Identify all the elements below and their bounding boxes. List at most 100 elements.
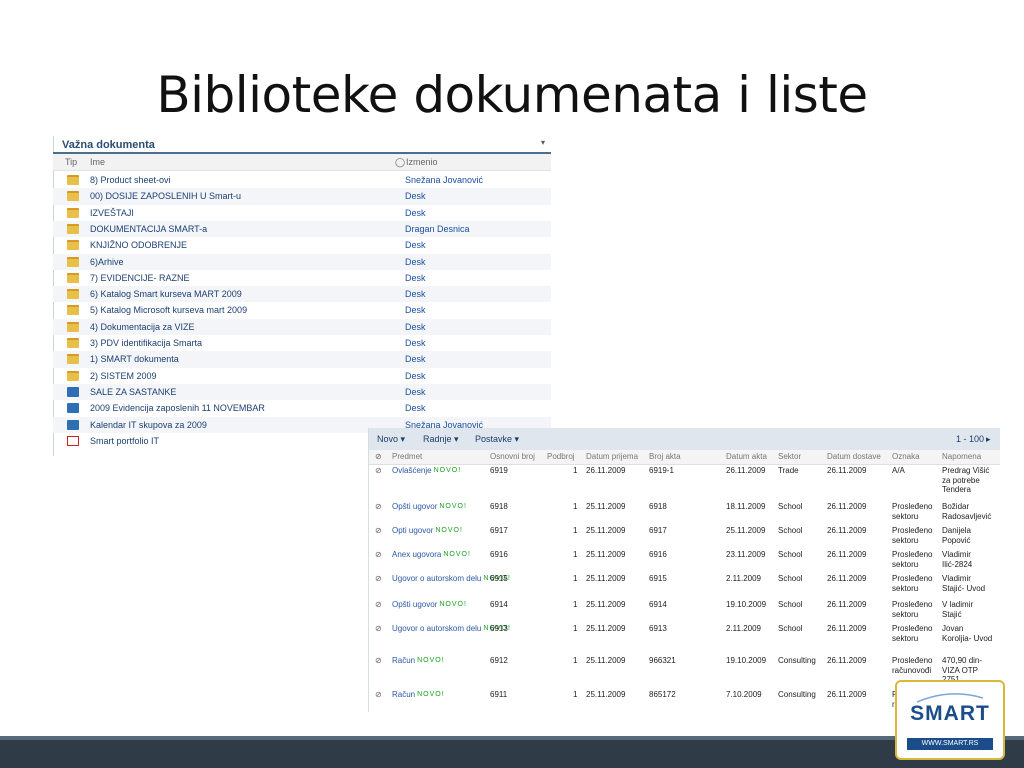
mark-cell: Prosleđeno računovođi (892, 656, 933, 675)
document-row[interactable]: SALE ZA SASTANKE Desk (53, 383, 551, 401)
chevron-down-icon: ▾ (454, 434, 459, 444)
modified-by[interactable]: Desk (405, 240, 426, 250)
column-received-date[interactable]: Datum prijema (586, 452, 638, 461)
column-mark[interactable]: Oznaka (892, 452, 920, 461)
document-row[interactable]: KNJIŽNO ODOBRENJE Desk (53, 237, 551, 253)
column-type[interactable]: Tip (65, 157, 77, 167)
modified-by[interactable]: Desk (405, 403, 426, 413)
actions-menu-button[interactable]: Radnje ▾ (423, 434, 459, 445)
document-row[interactable]: 00) DOSIJE ZAPOSLENIH U Smart-u Desk (53, 188, 551, 205)
settings-menu-button[interactable]: Postavke ▾ (475, 434, 519, 445)
document-name[interactable]: 3) PDV identifikacija Smarta (90, 338, 202, 348)
modified-by[interactable]: Desk (405, 257, 426, 267)
subject-cell: Ugovor o autorskom delu NOVO! (392, 624, 510, 634)
column-name[interactable]: Ime (90, 157, 105, 167)
modified-by[interactable]: Desk (405, 371, 426, 381)
subject-link[interactable]: Anex ugovora (392, 550, 441, 559)
modified-by[interactable]: Desk (405, 354, 426, 364)
list-item-row[interactable]: ⊘ Opšti ugovor NOVO! 6918 1 25.11.2009 6918 18.… (369, 500, 1000, 524)
note-cell: Božidar Radosavljević (942, 502, 992, 521)
subject-link[interactable]: Ovlašćenje (392, 466, 432, 475)
new-menu-button[interactable]: Novo ▾ (377, 434, 405, 445)
document-name[interactable]: Smart portfolio IT (90, 436, 159, 446)
document-date-cell: 23.11.2009 (726, 550, 766, 559)
document-row[interactable]: 2009 Evidencija zaposlenih 11 NOVEMBAR De… (53, 400, 551, 416)
mark-cell: A/A (892, 466, 905, 475)
folder-icon (67, 338, 79, 348)
modified-by[interactable]: Desk (405, 208, 426, 218)
base-number-cell: 6917 (490, 526, 508, 535)
document-name[interactable]: Kalendar IT skupova za 2009 (90, 420, 207, 430)
subject-link[interactable]: Opšti ugovor (392, 600, 437, 609)
subject-link[interactable]: Ugovor o autorskom delu (392, 574, 481, 583)
document-name[interactable]: 4) Dokumentacija za VIZE (90, 322, 195, 332)
subject-link[interactable]: Račun (392, 656, 415, 665)
document-name[interactable]: SALE ZA SASTANKE (90, 387, 176, 397)
column-note[interactable]: Napomena (942, 452, 981, 461)
column-delivery-date[interactable]: Datum dostave (827, 452, 881, 461)
column-subject[interactable]: Predmet (392, 452, 422, 461)
folder-icon (67, 191, 79, 202)
document-row[interactable]: 5) Katalog Microsoft kurseva mart 2009 De… (53, 302, 551, 318)
document-number-cell: 6915 (649, 574, 667, 583)
library-title[interactable]: Važna dokumenta (62, 139, 155, 151)
modified-by[interactable]: Desk (405, 387, 426, 397)
modified-by[interactable]: Desk (405, 273, 426, 283)
modified-by[interactable]: Desk (405, 322, 426, 332)
delivery-date-cell: 26.11.2009 (827, 656, 867, 665)
subject-link[interactable]: Račun (392, 690, 415, 699)
column-modified[interactable]: Izmenio (406, 157, 438, 167)
column-document-date[interactable]: Datum akta (726, 452, 767, 461)
folder-icon (67, 207, 79, 218)
document-row[interactable]: IZVEŠTAJI Desk (53, 205, 551, 221)
document-name[interactable]: 6)Arhive (90, 257, 124, 267)
document-name[interactable]: 2009 Evidencija zaposlenih 11 NOVEMBAR (90, 403, 265, 413)
document-date-cell: 19.10.2009 (726, 656, 767, 665)
document-name[interactable]: 1) SMART dokumenta (90, 354, 179, 364)
document-row[interactable]: 8) Product sheet-ovi Snežana Jovanović (53, 172, 551, 188)
document-row[interactable]: DOKUMENTACIJA SMART-a Dragan Desnica (53, 220, 551, 238)
document-row[interactable]: 6)Arhive Desk (53, 253, 551, 270)
list-item-row[interactable]: ⊘ Ovlašćenje NOVO! 6919 1 26.11.2009 6919-1 26.… (369, 464, 1000, 500)
list-column-header: ⊘ Predmet Osnovni broj Podbroj Datum pri… (369, 450, 1000, 465)
column-base-number[interactable]: Osnovni broj (490, 452, 535, 461)
document-name[interactable]: 8) Product sheet-ovi (90, 175, 171, 185)
modified-by[interactable]: Desk (405, 289, 426, 299)
base-number-cell: 6916 (490, 550, 508, 559)
subject-link[interactable]: Opšti ugovor (392, 502, 437, 511)
document-name[interactable]: KNJIŽNO ODOBRENJE (90, 240, 187, 250)
column-sub-number[interactable]: Podbroj (547, 452, 575, 461)
document-name[interactable]: 00) DOSIJE ZAPOSLENIH U Smart-u (90, 191, 241, 201)
document-name[interactable]: IZVEŠTAJI (90, 208, 134, 218)
modified-by[interactable]: Desk (405, 338, 426, 348)
list-item-row[interactable]: ⊘ Ugovor o autorskom delu NOVO! 6915 1 25.11.… (369, 572, 1000, 598)
document-name[interactable]: 7) EVIDENCIJE- RAZNE (90, 273, 190, 283)
column-sector[interactable]: Sektor (778, 452, 801, 461)
list-toolbar: Novo ▾ Radnje ▾ Postavke ▾ 1 - 100 ▸ (369, 428, 1000, 451)
document-name[interactable]: 2) SISTEM 2009 (90, 371, 157, 381)
list-item-row[interactable]: ⊘ Opti ugovor NOVO! 6917 1 25.11.2009 6917 25.1… (369, 524, 1000, 548)
list-item-row[interactable]: ⊘ Opšti ugovor NOVO! 6914 1 25.11.2009 6914 19.… (369, 598, 1000, 622)
document-row[interactable]: 2) SISTEM 2009 Desk (53, 368, 551, 384)
list-item-row[interactable]: ⊘ Anex ugovora NOVO! 6916 1 25.11.2009 6916 23.… (369, 548, 1000, 572)
column-document-number[interactable]: Broj akta (649, 452, 681, 461)
document-row[interactable]: 7) EVIDENCIJE- RAZNE Desk (53, 270, 551, 286)
document-row[interactable]: 6) Katalog Smart kurseva MART 2009 Desk (53, 286, 551, 303)
actions-menu-label: Radnje (423, 434, 452, 444)
next-page-icon[interactable]: ▸ (986, 434, 991, 445)
modified-by[interactable]: Dragan Desnica (405, 224, 470, 234)
chevron-down-icon[interactable]: ▾ (541, 138, 545, 147)
modified-by[interactable]: Desk (405, 305, 426, 315)
subject-link[interactable]: Opti ugovor (392, 526, 433, 535)
modified-by[interactable]: Snežana Jovanović (405, 175, 483, 185)
document-name[interactable]: DOKUMENTACIJA SMART-a (90, 224, 207, 234)
document-name[interactable]: 6) Katalog Smart kurseva MART 2009 (90, 289, 242, 299)
document-row[interactable]: 3) PDV identifikacija Smarta Desk (53, 335, 551, 351)
document-row[interactable]: 1) SMART dokumenta Desk (53, 351, 551, 368)
attachment-icon: ⊘ (375, 574, 382, 583)
modified-by[interactable]: Desk (405, 191, 426, 201)
list-item-row[interactable]: ⊘ Ugovor o autorskom delu NOVO! 6913 1 25.11.… (369, 622, 1000, 654)
document-row[interactable]: 4) Dokumentacija za VIZE Desk (53, 318, 551, 335)
document-name[interactable]: 5) Katalog Microsoft kurseva mart 2009 (90, 305, 247, 315)
subject-link[interactable]: Ugovor o autorskom delu (392, 624, 481, 633)
